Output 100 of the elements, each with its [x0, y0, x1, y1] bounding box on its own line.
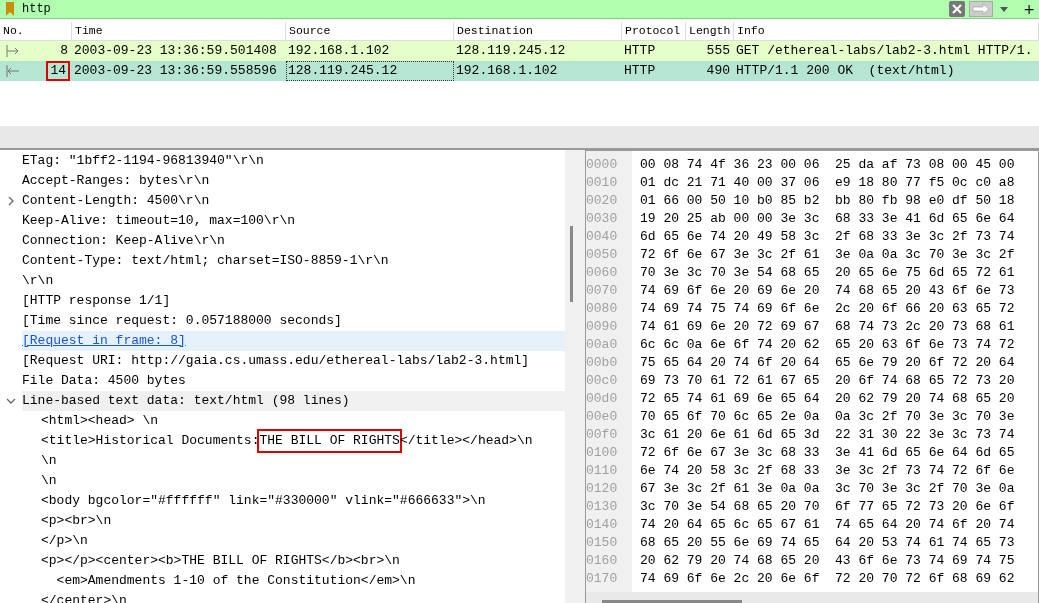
tree-item: \n — [41, 452, 58, 470]
column-header[interactable]: Info — [734, 22, 1039, 40]
offset-label: 0060 — [586, 264, 619, 282]
column-header[interactable]: No. — [0, 22, 72, 40]
bookmark-icon[interactable] — [4, 2, 16, 16]
table-cell-text: HTTP — [623, 62, 657, 80]
clear-button[interactable] — [949, 1, 965, 17]
packet-row[interactable]: 14 2003-09-23 13:36:59.558596 128.119.245.12 192.168.1.102 HTTP 490 HTTP/1.1 200 OK (text/html) — [0, 61, 1039, 81]
column-header[interactable]: Protocol — [622, 22, 686, 40]
offset-label: 00b0 — [586, 354, 619, 372]
tree-item: [Time since request: 0.057188000 seconds] — [22, 312, 343, 330]
splitter[interactable] — [0, 126, 1039, 150]
offset-label: 0170 — [586, 570, 619, 588]
offset-label: 0080 — [586, 300, 619, 318]
tree-item: <body bgcolor="#ffffff" link="#330000" vlink="#666633">\n — [41, 492, 487, 510]
scrollbar[interactable] — [565, 150, 585, 603]
offset-label: 0150 — [586, 534, 619, 552]
column-header[interactable]: Length — [686, 22, 734, 40]
offset-label: 00f0 — [586, 426, 619, 444]
hex-bytes: 3c 70 3e 54 68 65 20 70 6f 77 65 72 73 20 6e 6f — [640, 498, 1015, 516]
hex-bytes: 6e 74 20 58 3c 2f 68 33 3e 3c 2f 73 74 72 6f 6e — [640, 462, 1015, 480]
hex-bytes: 74 69 6f 6e 20 69 6e 20 74 68 65 20 43 6f 6e 73 — [640, 282, 1015, 300]
column-header[interactable]: Time — [72, 22, 286, 40]
filter-input[interactable]: http — [22, 2, 947, 16]
hex-bytes: 69 73 70 61 72 61 67 65 20 6f 74 68 65 72 73 20 — [640, 372, 1015, 390]
hex-bytes: 72 6f 6e 67 3e 3c 68 33 3e 41 6d 65 6e 64 6d 65 — [640, 444, 1015, 462]
offset-label: 0140 — [586, 516, 619, 534]
tree-row[interactable]: [Request in frame: 8] — [22, 331, 565, 351]
packet-number: 14 — [46, 61, 70, 81]
hex-bytes: 6c 6c 0a 6e 6f 74 20 62 65 20 63 6f 6e 73 74 72 — [640, 336, 1015, 354]
table-cell-text: HTTP — [623, 42, 657, 60]
hex-bytes: 01 dc 21 71 40 00 37 06 e9 18 80 77 f5 0c c0 a8 — [640, 174, 1015, 192]
hex-bytes: 74 20 64 65 6c 65 67 61 74 65 64 20 74 6f 20 74 — [640, 516, 1015, 534]
arrow-right-icon — [6, 45, 20, 57]
hex-bytes: 67 3e 3c 2f 61 3e 0a 0a 3c 70 3e 3c 2f 70 3e 0a — [640, 480, 1015, 498]
tree-item: </p>\n — [41, 532, 89, 550]
offset-label: 0070 — [586, 282, 619, 300]
tree-item: <p><br>\n — [41, 512, 113, 530]
hex-bytes: 72 6f 6e 67 3e 3c 2f 61 3e 0a 0a 3c 70 3e 3c 2f — [640, 246, 1015, 264]
offset-label: 0050 — [586, 246, 619, 264]
offset-label: 0100 — [586, 444, 619, 462]
offset-label: 0010 — [586, 174, 619, 192]
tree-item: Connection: Keep-Alive\r\n — [22, 232, 226, 250]
offset-label: 0020 — [586, 192, 619, 210]
column-header[interactable]: Source — [286, 22, 454, 40]
arrow-left-icon — [6, 65, 20, 77]
offset-label: 00e0 — [586, 408, 619, 426]
caret-icon — [1000, 6, 1008, 12]
filter-bar[interactable]: http + — [0, 0, 1039, 19]
tree-item: <p></p><center><b>THE BILL OF RIGHTS</b><br>\n — [41, 552, 401, 570]
tree-item: ETag: "1bff2-1194-96813940"\r\n — [22, 152, 265, 170]
offset-label: 0090 — [586, 318, 619, 336]
arrow-right-icon — [972, 4, 990, 14]
tree-item: \r\n — [22, 272, 55, 290]
offset-label: 0110 — [586, 462, 619, 480]
hex-bytes: 70 3e 3c 70 3e 54 68 65 20 65 6e 75 6d 65 72 61 — [640, 264, 1015, 282]
table-cell-text: 2003-09-23 13:36:59.501408 — [73, 42, 278, 60]
hex-bytes: 68 65 20 55 6e 69 74 65 64 20 53 74 61 74 65 73 — [640, 534, 1015, 552]
table-cell-text: HTTP/1.1 200 OK (text/html) — [735, 62, 956, 80]
offset-label: 0000 — [586, 156, 619, 174]
table-cell-text: 490 — [705, 62, 731, 80]
hex-bytes: 00 08 74 4f 36 23 00 06 25 da af 73 08 00 45 00 — [640, 156, 1015, 174]
tree-item: Content-Length: 4500\r\n — [22, 192, 211, 210]
offset-label: 00a0 — [586, 336, 619, 354]
tree-item: <em>Amendments 1-10 of the Constitution</em>\n — [55, 572, 417, 590]
offset-label: 0040 — [586, 228, 619, 246]
tree-item: \n — [41, 472, 58, 490]
highlight-box: THE BILL OF RIGHTS — [259, 431, 400, 451]
table-cell-text: GET /ethereal-labs/lab2-3.html HTTP/1. — [735, 42, 1034, 60]
offset-label: 0030 — [586, 210, 619, 228]
table-cell-text: 2003-09-23 13:36:59.558596 — [73, 62, 278, 80]
hex-bytes: 19 20 25 ab 00 00 3e 3c 68 33 3e 41 6d 65 6e 64 — [640, 210, 1015, 228]
hex-bytes: 74 61 69 6e 20 72 69 67 68 74 73 2c 20 73 68 61 — [640, 318, 1015, 336]
add-button[interactable]: + — [1021, 1, 1037, 17]
offset-label: 00c0 — [586, 372, 619, 390]
tree-item: [HTTP response 1/1] — [22, 292, 172, 310]
hex-bytes: 74 69 6f 6e 2c 20 6e 6f 72 20 70 72 6f 68 69 62 — [640, 570, 1015, 588]
table-cell-text: 128.119.245.12 — [455, 42, 567, 60]
hex-bytes: 74 69 74 75 74 69 6f 6e 2c 20 6f 66 20 63 65 72 — [640, 300, 1015, 318]
offset-label: 0130 — [586, 498, 619, 516]
offset-label: 0160 — [586, 552, 619, 570]
tree-item: <html><head> \n — [41, 412, 160, 430]
frame-link[interactable]: [Request in frame: 8] — [22, 331, 186, 351]
hex-bytes: 3c 61 20 6e 61 6d 65 3d 22 31 30 22 3e 3c 73 74 — [640, 426, 1015, 444]
tree-item: File Data: 4500 bytes — [22, 372, 187, 390]
packet-row[interactable]: 8 2003-09-23 13:36:59.501408 192.168.1.102 128.119.245.12 HTTP 555 GET /ethereal-labs/lab2-3.html HTTP/1. — [0, 41, 1039, 61]
hex-bytes: 70 65 6f 70 6c 65 2e 0a 0a 3c 2f 70 3e 3c 70 3e — [640, 408, 1015, 426]
hex-bytes: 20 62 79 20 74 68 65 20 43 6f 6e 73 74 69 74 75 — [640, 552, 1015, 570]
table-cell: 128.119.245.12 — [286, 61, 454, 81]
tree-item: [Request URI: http://gaia.cs.umass.edu/ethereal-labs/lab2-3.html] — [22, 352, 531, 370]
hex-bytes: 01 66 00 50 10 b0 85 b2 bb 80 fb 98 e0 df 50 18 — [640, 192, 1015, 210]
tree-item: Keep-Alive: timeout=10, max=100\r\n — [22, 212, 297, 230]
packet-number: 8 — [59, 42, 69, 60]
table-cell-text: 192.168.1.102 — [287, 42, 391, 60]
offset-label: 00d0 — [586, 390, 619, 408]
tree-group[interactable]: Line-based text data: text/html (98 lines) — [22, 391, 565, 411]
table-cell-text: 555 — [705, 42, 731, 60]
close-icon — [952, 4, 962, 14]
scrollbar[interactable] — [586, 592, 1038, 603]
column-header[interactable]: Destination — [454, 22, 622, 40]
